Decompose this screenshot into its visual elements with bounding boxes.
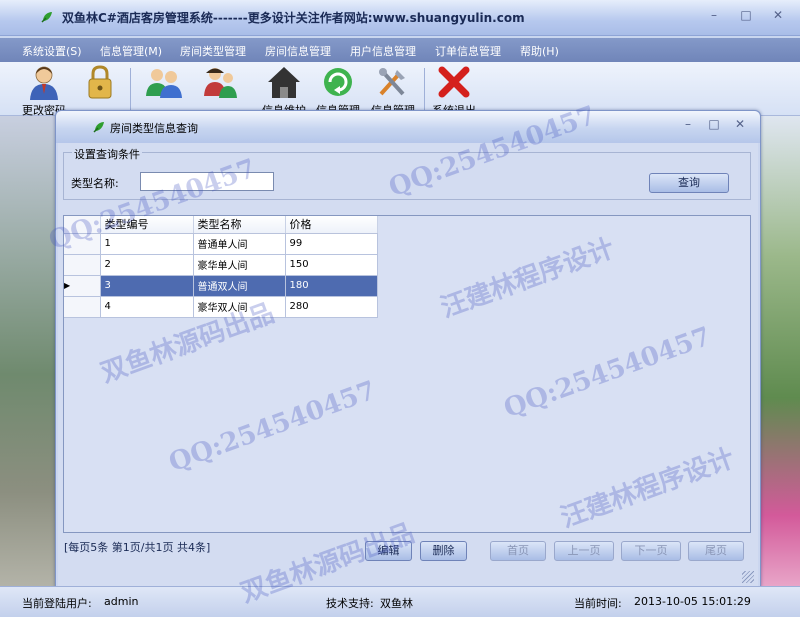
child-window-body: 设置查询条件 类型名称: 查询 类型编号 类型名称 价格 1 普通单人间 99 … — [58, 143, 758, 586]
column-header-type-name[interactable]: 类型名称 — [193, 216, 286, 234]
tech-support-value: 双鱼林 — [380, 597, 413, 610]
table-row[interactable]: 1 普通单人间 99 — [64, 233, 378, 255]
house-icon — [268, 67, 300, 98]
change-password-tool[interactable]: 更改密码 — [16, 64, 72, 117]
row-header[interactable] — [64, 296, 101, 318]
users-group-icon — [146, 69, 182, 98]
query-conditions-group: 设置查询条件 类型名称: 查询 — [63, 146, 751, 200]
info-manage-tool-1[interactable]: 信息管理 — [310, 64, 366, 117]
cell-price[interactable]: 180 — [285, 275, 378, 297]
app-logo-icon — [41, 12, 52, 23]
room-info-maintain-tool[interactable]: 信息维护 — [256, 64, 312, 117]
menubar: 系统设置(S) 信息管理(M) 房间类型管理 房间信息管理 用户信息管理 订单信… — [0, 38, 800, 62]
menu-room-info-management[interactable]: 房间信息管理 — [265, 43, 331, 59]
close-button[interactable]: ✕ — [768, 6, 788, 24]
window-logo-icon — [93, 122, 104, 133]
padlock-icon — [88, 65, 112, 99]
prev-page-button[interactable]: 上一页 — [554, 541, 614, 561]
tools-icon — [379, 68, 405, 96]
delete-button[interactable]: 删除 — [420, 541, 467, 561]
child-maximize-button[interactable]: □ — [704, 116, 724, 132]
edit-button[interactable]: 编辑 — [365, 541, 412, 561]
grid-header-row: 类型编号 类型名称 价格 — [64, 216, 378, 234]
table-row[interactable]: 4 豪华双人间 280 — [64, 296, 378, 318]
query-conditions-legend: 设置查询条件 — [72, 146, 142, 162]
child-window-title: 房间类型信息查询 — [110, 122, 198, 135]
lock-tool[interactable] — [72, 64, 128, 116]
user-manage-tool[interactable] — [192, 64, 248, 116]
cell-type-name[interactable]: 豪华双人间 — [193, 296, 286, 318]
row-header[interactable] — [64, 254, 101, 276]
statusbar: 当前登陆用户: admin 技术支持: 双鱼林 当前时间: 2013-10-05… — [0, 586, 800, 617]
refresh-arrow-icon — [324, 68, 352, 96]
search-button[interactable]: 查询 — [649, 173, 729, 193]
type-name-input[interactable] — [140, 172, 274, 191]
table-row[interactable]: 2 豪华单人间 150 — [64, 254, 378, 276]
type-name-label: 类型名称: — [71, 177, 119, 190]
user-icon — [30, 66, 58, 100]
current-time-value: 2013-10-05 15:01:29 — [634, 595, 751, 608]
cell-type-name[interactable]: 豪华单人间 — [193, 254, 286, 276]
info-manage-tool-2[interactable]: 信息管理 — [365, 64, 421, 117]
current-time-label: 当前时间: — [574, 597, 622, 610]
next-page-button[interactable]: 下一页 — [621, 541, 681, 561]
menu-system-settings[interactable]: 系统设置(S) — [22, 43, 82, 59]
exit-tool[interactable]: 系统退出 — [426, 64, 482, 117]
room-type-grid-panel: 类型编号 类型名称 价格 1 普通单人间 99 2 豪华单人间 150 ▶ 3 … — [63, 215, 751, 533]
user-pair-icon — [204, 68, 237, 98]
cell-type-name[interactable]: 普通双人间 — [193, 275, 286, 297]
child-titlebar: 房间类型信息查询 – □ ✕ — [56, 111, 760, 143]
cell-type-id[interactable]: 4 — [100, 296, 194, 318]
minimize-button[interactable]: – — [704, 6, 724, 24]
exit-x-icon — [438, 66, 470, 98]
first-page-button[interactable]: 首页 — [490, 541, 546, 561]
desktop-background-left — [0, 116, 60, 586]
cell-type-id[interactable]: 1 — [100, 233, 194, 255]
column-header-price[interactable]: 价格 — [285, 216, 378, 234]
toolbar-separator — [424, 68, 425, 112]
column-header-type-id[interactable]: 类型编号 — [100, 216, 194, 234]
grid-corner-header — [64, 216, 101, 234]
maximize-button[interactable]: □ — [736, 6, 756, 24]
pager-summary: [每页5条 第1页/共1页 共4条] — [64, 541, 211, 554]
current-user-value: admin — [104, 595, 139, 608]
users-tool[interactable] — [136, 64, 192, 116]
menu-user-info-management[interactable]: 用户信息管理 — [350, 43, 416, 59]
last-page-button[interactable]: 尾页 — [688, 541, 744, 561]
menu-help[interactable]: 帮助(H) — [520, 43, 559, 59]
current-user-label: 当前登陆用户: — [22, 597, 92, 610]
row-pointer-icon[interactable]: ▶ — [64, 275, 101, 297]
app-title: 双鱼林C#酒店客房管理系统-------更多设计关注作者网站:www.shuan… — [62, 11, 525, 25]
child-close-button[interactable]: ✕ — [730, 116, 750, 132]
cell-type-id[interactable]: 3 — [100, 275, 194, 297]
table-row-selected[interactable]: ▶ 3 普通双人间 180 — [64, 275, 378, 297]
menu-info-management[interactable]: 信息管理(M) — [100, 43, 162, 59]
resize-grip[interactable] — [742, 571, 754, 583]
cell-price[interactable]: 99 — [285, 233, 378, 255]
app-titlebar: 双鱼林C#酒店客房管理系统-------更多设计关注作者网站:www.shuan… — [0, 0, 800, 36]
row-header[interactable] — [64, 233, 101, 255]
room-type-grid: 类型编号 类型名称 价格 1 普通单人间 99 2 豪华单人间 150 ▶ 3 … — [64, 216, 378, 318]
menu-room-type-management[interactable]: 房间类型管理 — [180, 43, 246, 59]
child-minimize-button[interactable]: – — [678, 116, 698, 132]
toolbar: 更改密码 信息维护 — [0, 62, 800, 117]
menu-order-info-management[interactable]: 订单信息管理 — [435, 43, 501, 59]
cell-type-name[interactable]: 普通单人间 — [193, 233, 286, 255]
cell-price[interactable]: 280 — [285, 296, 378, 318]
cell-type-id[interactable]: 2 — [100, 254, 194, 276]
tech-support-label: 技术支持: — [326, 597, 374, 610]
room-type-query-window: 房间类型信息查询 – □ ✕ 设置查询条件 类型名称: 查询 类型编号 类型名称… — [55, 110, 761, 588]
cell-price[interactable]: 150 — [285, 254, 378, 276]
toolbar-separator — [130, 68, 131, 112]
